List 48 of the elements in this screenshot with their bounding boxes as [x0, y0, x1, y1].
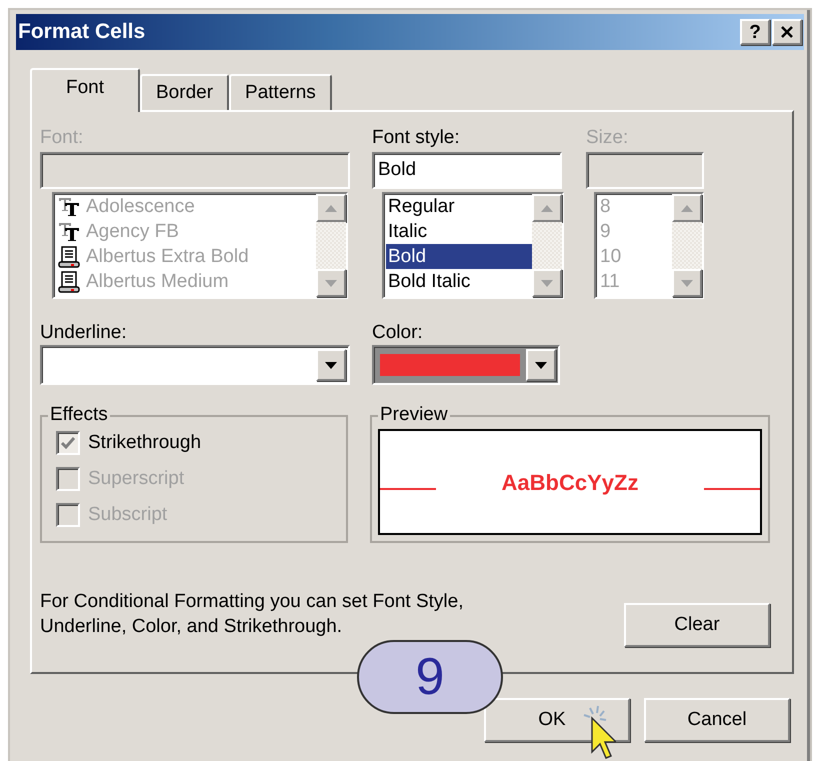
- down-arrow-icon: [541, 280, 553, 286]
- printer-icon: [58, 270, 80, 292]
- field-label: Font style:: [372, 126, 461, 150]
- scroll-up-button[interactable]: [672, 194, 702, 222]
- tab[interactable]: Border: [140, 74, 230, 110]
- field-label: Underline:: [40, 321, 128, 345]
- check-icon: [61, 437, 75, 449]
- field-label: Color:: [372, 321, 424, 345]
- scroll-up-button[interactable]: [316, 194, 346, 222]
- tab[interactable]: Patterns: [229, 74, 332, 110]
- dropdown-arrow-icon: [325, 362, 337, 368]
- help-button[interactable]: ?: [740, 19, 770, 45]
- checkbox-label: Strikethrough: [88, 430, 202, 455]
- close-icon: [781, 26, 793, 38]
- list-item[interactable]: Italic: [386, 219, 532, 244]
- underline-dropdown[interactable]: [40, 345, 350, 385]
- up-arrow-icon: [541, 204, 553, 212]
- field-label: Size:: [586, 126, 630, 150]
- note-text: For Conditional Formatting you can set Font Style, Underline, Color, and Strikethrough.: [40, 590, 464, 639]
- ok-button[interactable]: OK: [484, 698, 630, 742]
- dropdown-arrow-icon: [535, 362, 547, 368]
- down-arrow-icon: [681, 280, 693, 286]
- up-arrow-icon: [681, 204, 693, 212]
- checkbox[interactable]: [56, 431, 80, 455]
- double-t-icon: [58, 196, 80, 216]
- checkbox-label: Subscript: [88, 502, 168, 527]
- color-dropdown[interactable]: [372, 345, 560, 385]
- printer-icon: [58, 246, 80, 268]
- list-item[interactable]: Bold Italic: [386, 269, 532, 294]
- close-button[interactable]: [772, 19, 802, 45]
- double-t-icon: [58, 222, 80, 242]
- window-title: Format Cells: [18, 19, 146, 46]
- clear-button[interactable]: Clear: [624, 603, 770, 647]
- up-arrow-icon: [325, 204, 337, 212]
- checkbox-label: Superscript: [88, 466, 184, 491]
- step-badge: 9: [357, 640, 503, 714]
- list-item[interactable]: Bold: [386, 244, 532, 269]
- scroll-up-button[interactable]: [532, 194, 562, 222]
- field-label: Font:: [40, 126, 84, 150]
- cancel-button[interactable]: Cancel: [644, 698, 790, 742]
- scroll-down-button[interactable]: [316, 269, 346, 297]
- font-style-field[interactable]: Bold: [372, 152, 562, 189]
- scroll-down-button[interactable]: [532, 269, 562, 297]
- scroll-down-button[interactable]: [672, 269, 702, 297]
- down-arrow-icon: [325, 280, 337, 286]
- preview-text: AaBbCcYyZz: [502, 468, 638, 497]
- tab[interactable]: Font: [30, 68, 140, 112]
- list-item[interactable]: Regular: [386, 194, 532, 219]
